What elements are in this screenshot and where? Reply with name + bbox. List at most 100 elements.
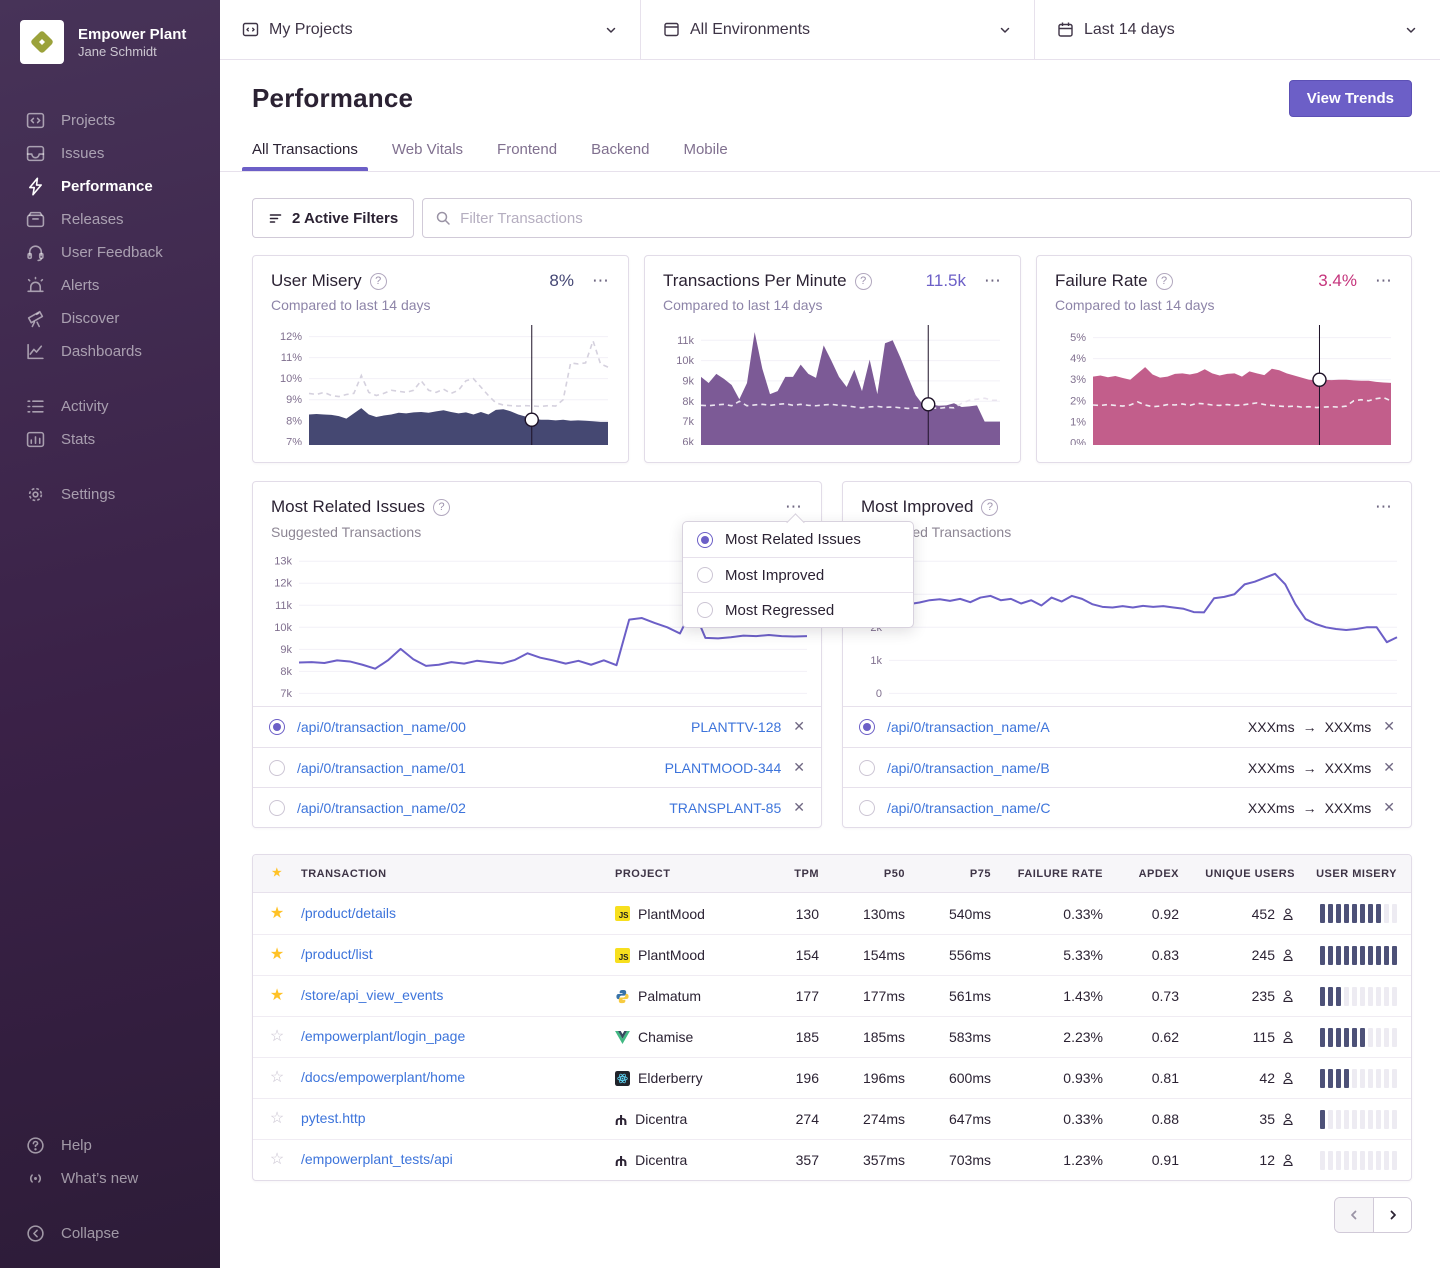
- view-trends-button[interactable]: View Trends: [1289, 80, 1412, 117]
- radio-button[interactable]: [859, 800, 875, 816]
- svg-text:10k: 10k: [676, 355, 694, 367]
- date-range-picker[interactable]: Last 14 days: [1034, 0, 1440, 59]
- tab-backend[interactable]: Backend: [591, 141, 649, 171]
- sidebar-item-help[interactable]: Help: [0, 1129, 220, 1162]
- star-icon[interactable]: ☆: [253, 1111, 301, 1127]
- card-menu-button[interactable]: ⋯: [1365, 273, 1393, 290]
- menu-item-most-improved[interactable]: Most Improved: [683, 557, 913, 592]
- svg-text:9k: 9k: [682, 375, 694, 387]
- close-icon[interactable]: ✕: [1383, 760, 1395, 776]
- tab-all-transactions[interactable]: All Transactions: [252, 141, 358, 171]
- sidebar-item-projects[interactable]: Projects: [0, 104, 220, 137]
- user-feedback-icon: [26, 243, 45, 262]
- apdex-cell: 0.91: [1107, 1152, 1183, 1168]
- list-item: /api/0/transaction_name/01 PLANTMOOD-344…: [253, 747, 821, 787]
- tab-mobile[interactable]: Mobile: [683, 141, 727, 171]
- transaction-link[interactable]: /api/0/transaction_name/C: [887, 800, 1050, 816]
- star-icon[interactable]: ☆: [253, 1152, 301, 1168]
- page-title: Performance: [252, 83, 413, 114]
- transaction-link[interactable]: /api/0/transaction_name/02: [297, 800, 466, 816]
- issue-link[interactable]: PLANTMOOD-344: [665, 760, 782, 776]
- radio-button[interactable]: [269, 719, 285, 735]
- card-menu-button[interactable]: ⋯: [775, 499, 803, 516]
- sidebar-item-dashboards[interactable]: Dashboards: [0, 335, 220, 368]
- project-picker[interactable]: My Projects: [220, 0, 640, 59]
- col-failure-rate[interactable]: FAILURE RATE: [995, 868, 1107, 880]
- help-circle-icon[interactable]: ?: [855, 273, 872, 290]
- card-menu-button[interactable]: ⋯: [1365, 499, 1393, 516]
- transaction-link[interactable]: /store/api_view_events: [301, 987, 443, 1003]
- help-circle-icon[interactable]: ?: [433, 499, 450, 516]
- org-switcher[interactable]: Empower Plant Jane Schmidt: [0, 20, 220, 64]
- tab-web-vitals[interactable]: Web Vitals: [392, 141, 463, 171]
- help-circle-icon[interactable]: ?: [981, 499, 998, 516]
- radio-button[interactable]: [859, 760, 875, 776]
- col-user-misery[interactable]: USER MISERY: [1299, 868, 1411, 880]
- help-circle-icon[interactable]: ?: [370, 273, 387, 290]
- transaction-link[interactable]: /docs/empowerplant/home: [301, 1069, 465, 1085]
- sidebar-item-activity[interactable]: Activity: [0, 390, 220, 423]
- star-icon[interactable]: ☆: [253, 1070, 301, 1086]
- transaction-link[interactable]: /product/details: [301, 905, 396, 921]
- col-p50[interactable]: P50: [823, 868, 909, 880]
- col-apdex[interactable]: APDEX: [1107, 868, 1183, 880]
- search-input[interactable]: [460, 210, 1399, 227]
- transaction-link[interactable]: /empowerplant_tests/api: [301, 1151, 453, 1167]
- previous-page-button[interactable]: [1335, 1198, 1373, 1232]
- menu-item-most-regressed[interactable]: Most Regressed: [683, 592, 913, 627]
- close-icon[interactable]: ✕: [793, 760, 805, 776]
- star-icon[interactable]: ★: [253, 988, 301, 1004]
- col-tpm[interactable]: TPM: [765, 868, 823, 880]
- p75-cell: 540ms: [909, 906, 995, 922]
- star-icon[interactable]: ★: [253, 947, 301, 963]
- sidebar-item-alerts[interactable]: Alerts: [0, 269, 220, 302]
- transaction-link[interactable]: /api/0/transaction_name/00: [297, 719, 466, 735]
- transaction-link[interactable]: /product/list: [301, 946, 373, 962]
- radio-button[interactable]: [269, 760, 285, 776]
- menu-item-most-related-issues[interactable]: Most Related Issues: [683, 522, 913, 557]
- star-icon[interactable]: ★: [253, 868, 301, 879]
- transaction-link[interactable]: pytest.http: [301, 1110, 366, 1126]
- card-menu-button[interactable]: ⋯: [974, 273, 1002, 290]
- project-cell: JSPlantMood: [615, 947, 765, 963]
- radio-button[interactable]: [269, 800, 285, 816]
- sidebar-item-stats[interactable]: Stats: [0, 423, 220, 456]
- close-icon[interactable]: ✕: [793, 800, 805, 816]
- col-project[interactable]: PROJECT: [615, 868, 765, 880]
- active-filters-button[interactable]: 2 Active Filters: [252, 198, 414, 238]
- next-page-button[interactable]: [1373, 1198, 1411, 1232]
- sidebar-item-releases[interactable]: Releases: [0, 203, 220, 236]
- help-circle-icon[interactable]: ?: [1156, 273, 1173, 290]
- sidebar-collapse-button[interactable]: Collapse: [0, 1217, 220, 1250]
- table-row: ☆/empowerplant_tests/apiΨDicentra357357m…: [253, 1139, 1411, 1180]
- calendar-icon: [1057, 21, 1074, 38]
- radio-button[interactable]: [859, 719, 875, 735]
- sidebar-item-label: Dashboards: [61, 343, 142, 360]
- col-transaction[interactable]: TRANSACTION: [301, 868, 615, 880]
- issue-link[interactable]: PLANTTV-128: [691, 719, 781, 735]
- sidebar-item-discover[interactable]: Discover: [0, 302, 220, 335]
- close-icon[interactable]: ✕: [793, 719, 805, 735]
- radio-button: [697, 602, 713, 618]
- tab-frontend[interactable]: Frontend: [497, 141, 557, 171]
- star-icon[interactable]: ★: [253, 906, 301, 922]
- col-p75[interactable]: P75: [909, 868, 995, 880]
- sidebar-item-performance[interactable]: Performance: [0, 170, 220, 203]
- transaction-link[interactable]: /api/0/transaction_name/A: [887, 719, 1050, 735]
- issue-link[interactable]: TRANSPLANT-85: [669, 800, 781, 816]
- sidebar-item-whats-new[interactable]: What’s new: [0, 1162, 220, 1195]
- sidebar-item-issues[interactable]: Issues: [0, 137, 220, 170]
- sidebar-item-settings[interactable]: Settings: [0, 478, 220, 511]
- card-menu-button[interactable]: ⋯: [582, 273, 610, 290]
- col-unique-users[interactable]: UNIQUE USERS: [1183, 868, 1299, 880]
- sidebar-item-user-feedback[interactable]: User Feedback: [0, 236, 220, 269]
- transaction-link[interactable]: /api/0/transaction_name/01: [297, 760, 466, 776]
- transaction-link[interactable]: /api/0/transaction_name/B: [887, 760, 1050, 776]
- star-icon[interactable]: ☆: [253, 1029, 301, 1045]
- close-icon[interactable]: ✕: [1383, 800, 1395, 816]
- environment-picker[interactable]: All Environments: [640, 0, 1034, 59]
- project-cell: Chamise: [615, 1029, 765, 1045]
- close-icon[interactable]: ✕: [1383, 719, 1395, 735]
- p75-cell: 600ms: [909, 1070, 995, 1086]
- transaction-link[interactable]: /empowerplant/login_page: [301, 1028, 465, 1044]
